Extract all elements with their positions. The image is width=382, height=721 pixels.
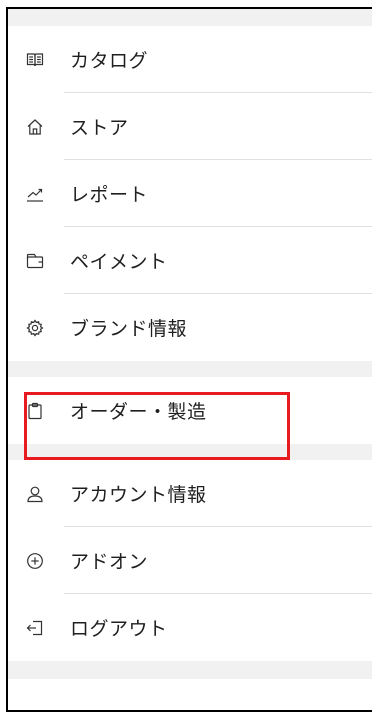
section-gap xyxy=(8,444,372,460)
catalog-book-icon xyxy=(26,51,44,69)
menu-item-addon[interactable]: アドオン xyxy=(8,527,372,594)
menu-item-label: ログアウト xyxy=(70,618,168,640)
menu-item-brand-info[interactable]: ブランド情報 xyxy=(8,294,372,361)
menu-item-order-manufacturing[interactable]: オーダー・製造 xyxy=(8,377,372,444)
menu-item-label: レポート xyxy=(70,184,149,206)
menu-item-payment[interactable]: ペイメント xyxy=(8,227,372,294)
side-menu: カタログ ストア レポート ペイメント ブランド情報 オーダー・製造 アカウント… xyxy=(6,7,372,712)
menu-item-label: アカウント情報 xyxy=(70,484,207,506)
menu-item-label: ストア xyxy=(70,117,129,139)
menu-item-label: ブランド情報 xyxy=(70,318,188,340)
section-gap xyxy=(8,661,372,679)
menu-item-catalog[interactable]: カタログ xyxy=(8,26,372,93)
section-gap xyxy=(8,9,372,26)
menu-item-logout[interactable]: ログアウト xyxy=(8,594,372,661)
menu-item-account-info[interactable]: アカウント情報 xyxy=(8,460,372,527)
menu-item-label: カタログ xyxy=(70,50,149,72)
wallet-icon xyxy=(26,252,44,270)
menu-item-report[interactable]: レポート xyxy=(8,160,372,227)
plus-circle-icon xyxy=(26,552,44,570)
menu-item-label: ペイメント xyxy=(70,251,168,273)
home-icon xyxy=(26,118,44,136)
menu-item-label: アドオン xyxy=(70,551,149,573)
trend-chart-icon xyxy=(26,185,44,203)
clipboard-icon xyxy=(26,402,44,420)
gear-icon xyxy=(26,318,44,337)
user-icon xyxy=(26,485,44,503)
menu-item-label: オーダー・製造 xyxy=(70,401,207,423)
menu-item-store[interactable]: ストア xyxy=(8,93,372,160)
section-gap xyxy=(8,361,372,377)
logout-icon xyxy=(26,619,44,637)
